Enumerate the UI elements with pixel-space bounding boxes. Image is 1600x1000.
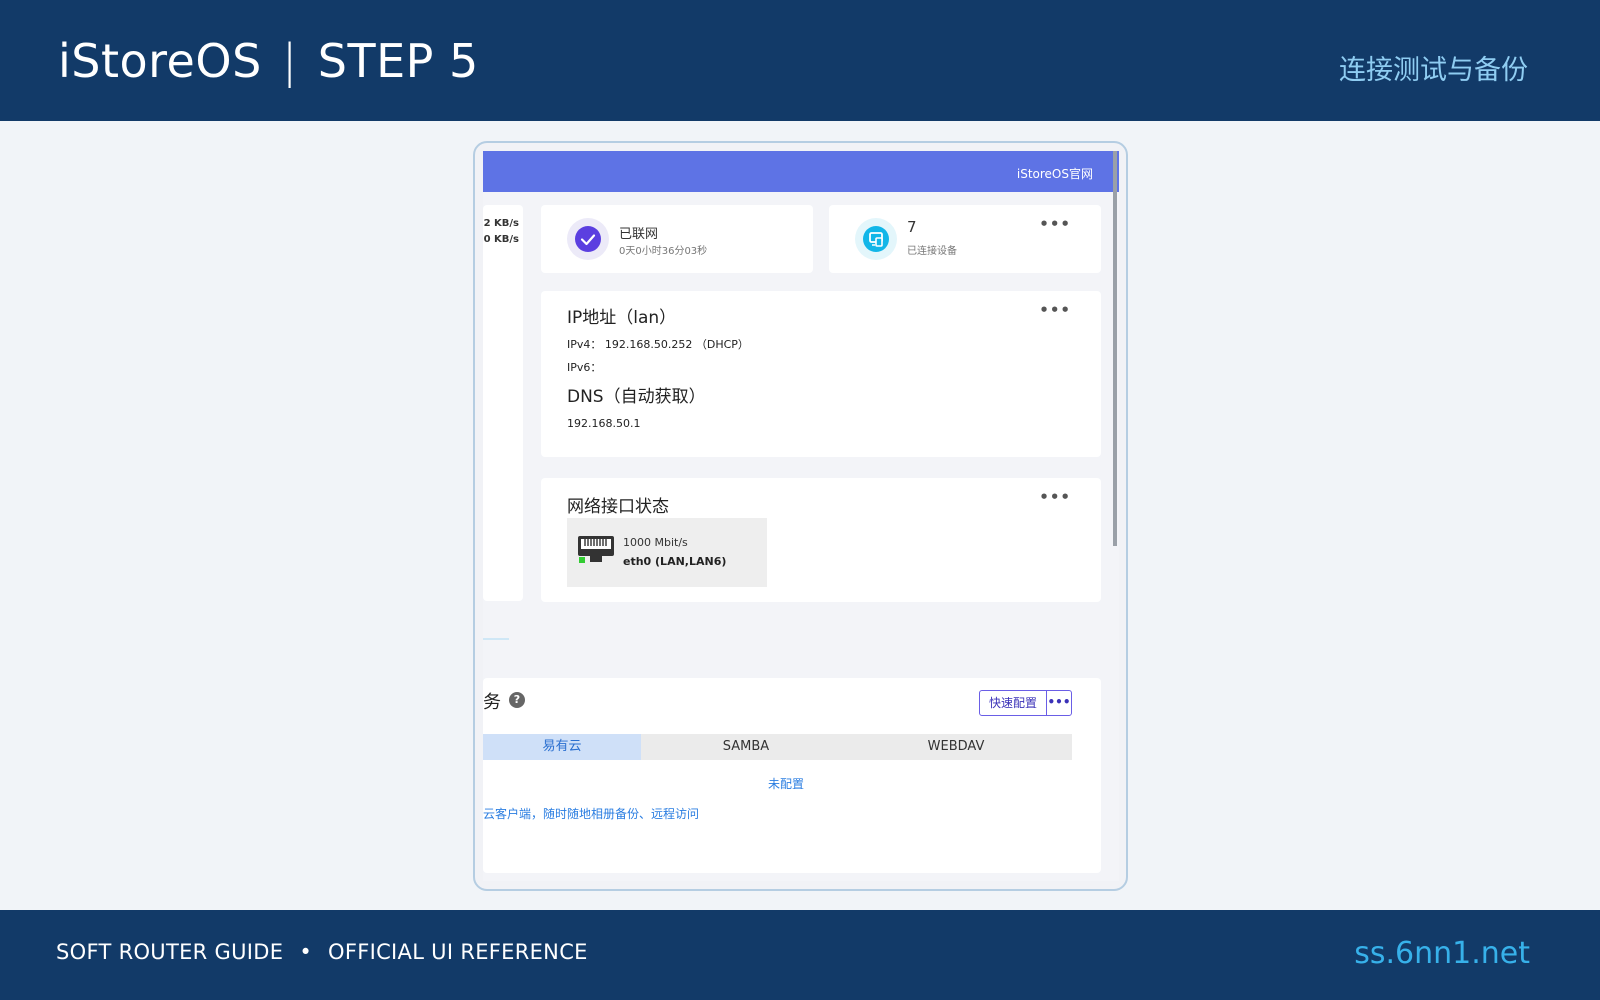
tab-webdav[interactable]: WEBDAV	[851, 734, 1061, 760]
scrollbar[interactable]	[1113, 151, 1117, 546]
download-rate: 0 KB/s	[483, 234, 519, 245]
bottom-banner: SOFT ROUTER GUIDE • OFFICIAL UI REFERENCE …	[0, 910, 1600, 1000]
page-subtitle: 连接测试与备份	[1339, 55, 1528, 86]
ip-address-card: IP地址（lan） ••• IPv4： 192.168.50.252 （DHCP…	[541, 291, 1101, 457]
tab-samba[interactable]: SAMBA	[641, 734, 851, 760]
device-count-label: 已连接设备	[907, 246, 957, 257]
official-site-link[interactable]: iStoreOS官网	[1017, 165, 1093, 182]
interface-title: 网络接口状态	[567, 497, 669, 517]
uptime-text: 0天0小时36分03秒	[619, 246, 708, 257]
help-icon[interactable]: ?	[509, 692, 525, 708]
ipv4-value: IPv4： 192.168.50.252 （DHCP）	[567, 338, 749, 351]
step-label: STEP 5	[317, 34, 479, 88]
port-eth0[interactable]: 1000 Mbit/s eth0 (LAN,LAN6)	[567, 518, 767, 587]
footer-dot: •	[299, 940, 312, 964]
port-name: eth0 (LAN,LAN6)	[623, 555, 727, 568]
brand-name: iStoreOS	[58, 34, 262, 88]
ip-more-icon[interactable]: •••	[1039, 301, 1071, 319]
tab-yiyouyun[interactable]: 易有云	[483, 734, 641, 760]
dns-title: DNS（自动获取）	[567, 387, 706, 407]
ip-title: IP地址（lan）	[567, 308, 677, 328]
network-status-text: 已联网	[619, 227, 659, 242]
traffic-card: 2 KB/s 0 KB/s	[483, 205, 523, 640]
dashboard-header: iStoreOS官网	[483, 151, 1119, 192]
footer-guide-label: SOFT ROUTER GUIDE	[56, 940, 284, 964]
port-speed: 1000 Mbit/s	[623, 536, 688, 549]
connected-icon	[567, 218, 609, 260]
interface-status-card: 网络接口状态 ••• 1000 Mbit/s eth0 (LAN,LAN6)	[541, 478, 1101, 602]
storage-service-card: 务 ? 快速配置 ••• 易有云 SAMBA WEBDAV 未配置 云客户端，随…	[483, 678, 1101, 873]
istoreos-dashboard: iStoreOS官网 2 KB/s 0 KB/s 已联网 0天0小时36分03秒	[483, 151, 1119, 881]
devices-icon	[855, 218, 897, 260]
service-more-button[interactable]: •••	[1046, 690, 1072, 716]
screenshot-frame: iStoreOS官网 2 KB/s 0 KB/s 已联网 0天0小时36分03秒	[473, 141, 1128, 891]
not-configured-link[interactable]: 未配置	[768, 775, 804, 792]
devices-more-icon[interactable]: •••	[1039, 215, 1071, 233]
devices-card: 7 已连接设备 •••	[829, 205, 1101, 273]
service-title: 务	[483, 692, 501, 713]
interface-more-icon[interactable]: •••	[1039, 488, 1071, 506]
upload-rate: 2 KB/s	[483, 218, 519, 229]
device-count: 7	[907, 218, 917, 236]
footer-site[interactable]: ss.6nn1.net	[1354, 936, 1530, 971]
service-description[interactable]: 云客户端，随时随地相册备份、远程访问	[483, 805, 699, 822]
page-title: iStoreOS | STEP 5	[58, 34, 479, 88]
footer-caption: SOFT ROUTER GUIDE • OFFICIAL UI REFERENCE	[56, 940, 588, 964]
traffic-graph-line	[483, 638, 509, 640]
service-tabs: 易有云 SAMBA WEBDAV	[483, 734, 1072, 760]
top-banner: iStoreOS | STEP 5 连接测试与备份	[0, 0, 1600, 121]
dns-value: 192.168.50.1	[567, 417, 641, 430]
quick-config-button[interactable]: 快速配置	[979, 690, 1047, 716]
ethernet-port-icon	[578, 536, 614, 563]
footer-reference-label: OFFICIAL UI REFERENCE	[328, 940, 588, 964]
network-status-card: 已联网 0天0小时36分03秒	[541, 205, 813, 273]
title-separator: |	[281, 34, 298, 88]
ipv6-value: IPv6：	[567, 361, 602, 374]
